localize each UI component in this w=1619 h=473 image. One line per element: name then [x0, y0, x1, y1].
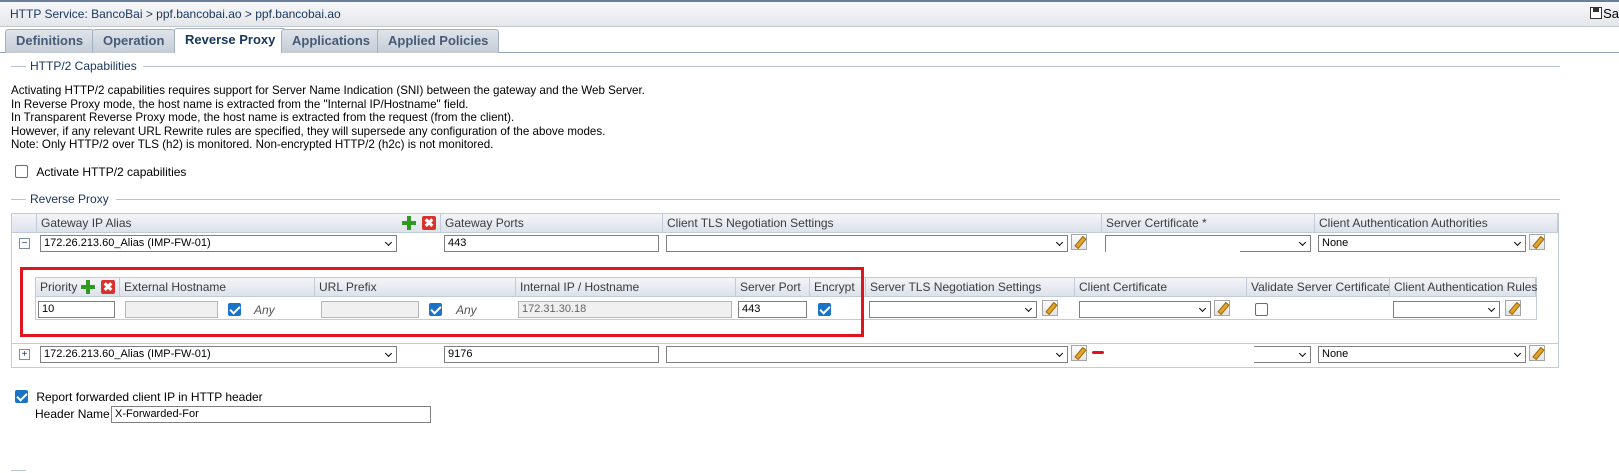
- client-tls-select[interactable]: [666, 346, 1068, 363]
- section-rule: [11, 199, 26, 200]
- tab-applications[interactable]: Applications: [281, 29, 382, 53]
- report-forwarded-label: Report forwarded client IP in HTTP heade…: [36, 390, 263, 404]
- report-forwarded-checkbox[interactable]: [15, 390, 28, 403]
- highlight-annotation: [20, 267, 864, 337]
- col-client-auth-rules: Client Authentication Rules: [1390, 278, 1537, 297]
- save-label: Sa: [1603, 6, 1619, 21]
- col-server-certificate: Server Certificate *: [1102, 214, 1315, 233]
- breadcrumb: HTTP Service: BancoBai > ppf.bancobai.ao…: [10, 7, 341, 21]
- tab-reverse-proxy[interactable]: Reverse Proxy: [174, 28, 287, 53]
- edit-icon[interactable]: [1529, 345, 1545, 361]
- col-validate-server-cert: Validate Server Certificate: [1247, 278, 1390, 297]
- col-server-tls: Server TLS Negotiation Settings: [866, 278, 1075, 297]
- expander-header: [12, 214, 37, 233]
- tab-operation[interactable]: Operation: [92, 29, 176, 53]
- col-client-auth-authorities: Client Authentication Authorities: [1315, 214, 1558, 233]
- server-tls-select[interactable]: [869, 301, 1037, 318]
- expand-toggle[interactable]: +: [19, 349, 30, 360]
- col-gateway-ports: Gateway Ports: [441, 214, 663, 233]
- title-bar: HTTP Service: BancoBai > ppf.bancobai.ao…: [0, 0, 1619, 27]
- client-certificate-select[interactable]: [1079, 301, 1211, 318]
- reverse-proxy-legend: Reverse Proxy: [30, 192, 109, 206]
- redacted-area: [1106, 236, 1240, 252]
- header-name-input[interactable]: X-Forwarded-For: [111, 406, 431, 423]
- client-auth-rules-select[interactable]: [1393, 301, 1500, 318]
- client-auth-select[interactable]: None: [1318, 235, 1526, 252]
- edit-icon[interactable]: [1071, 345, 1087, 361]
- gateway-ports-input[interactable]: 9176: [444, 346, 659, 363]
- http2-line: In Reverse Proxy mode, the host name is …: [11, 97, 469, 111]
- gateway-alias-select[interactable]: 172.26.213.60_Alias (IMP-FW-01): [40, 346, 397, 363]
- section-rule: [11, 66, 26, 67]
- tab-applied-policies[interactable]: Applied Policies: [377, 29, 500, 53]
- client-tls-select[interactable]: [666, 235, 1068, 252]
- add-icon[interactable]: [402, 216, 416, 230]
- edit-icon[interactable]: [1071, 234, 1087, 250]
- header-name-label: Header Name: [35, 407, 110, 421]
- collapse-toggle[interactable]: −: [19, 238, 30, 249]
- activate-http2-checkbox[interactable]: [15, 165, 28, 178]
- edit-icon[interactable]: [1529, 234, 1545, 250]
- row-divider: [12, 343, 1559, 344]
- http2-line: In Transparent Reverse Proxy mode, the h…: [11, 111, 515, 125]
- report-forwarded-row: Report forwarded client IP in HTTP heade…: [15, 390, 263, 404]
- edit-icon[interactable]: [1042, 300, 1058, 316]
- gateway-ports-input[interactable]: 443: [444, 235, 659, 252]
- gateway-alias-select[interactable]: 172.26.213.60_Alias (IMP-FW-01): [40, 235, 397, 252]
- http2-line: Activating HTTP/2 capabilities requires …: [11, 84, 645, 97]
- save-icon: [1590, 7, 1603, 19]
- http2-description: Activating HTTP/2 capabilities requires …: [11, 84, 645, 152]
- col-gateway-ip-alias: Gateway IP Alias: [37, 214, 441, 233]
- section-rule: [143, 66, 1560, 67]
- tab-definitions[interactable]: Definitions: [5, 29, 95, 53]
- col-client-tls: Client TLS Negotiation Settings: [663, 214, 1102, 233]
- redacted-area: [1104, 345, 1254, 365]
- http2-line: However, if any relevant URL Rewrite rul…: [11, 124, 606, 138]
- activate-http2-label: Activate HTTP/2 capabilities: [36, 165, 187, 179]
- col-client-certificate: Client Certificate: [1075, 278, 1247, 297]
- delete-icon[interactable]: ✖: [422, 216, 436, 230]
- edit-icon[interactable]: [1505, 300, 1521, 316]
- edit-icon[interactable]: [1214, 300, 1230, 316]
- section-rule: [11, 470, 26, 471]
- tab-strip: Definitions Operation Reverse Proxy Appl…: [0, 27, 1619, 53]
- section-rule: [116, 199, 1560, 200]
- validate-server-cert-checkbox[interactable]: [1255, 303, 1268, 316]
- client-auth-select[interactable]: None: [1318, 346, 1526, 363]
- annotation-mark: [1092, 351, 1104, 354]
- save-button[interactable]: Sa: [1590, 6, 1619, 21]
- http2-line: Note: Only HTTP/2 over TLS (h2) is monit…: [11, 138, 494, 152]
- http2-legend: HTTP/2 Capabilities: [30, 59, 137, 73]
- activate-http2-row: Activate HTTP/2 capabilities: [15, 165, 186, 179]
